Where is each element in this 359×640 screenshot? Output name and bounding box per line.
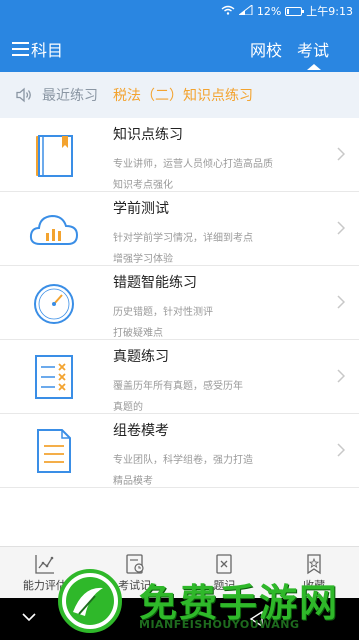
item-description: 覆盖历年所有真题，感受历年 [113,381,243,392]
wifi-icon [221,5,235,18]
item-title: 组卷模考 [113,423,169,439]
recent-label: 最近练习 [42,88,98,104]
list-item-pretest[interactable]: 学前测试 针对学前学习情况，详细到考点 增强学习体验 [0,192,359,266]
book-icon [36,135,73,177]
active-tab-indicator [307,64,321,70]
practice-list: 知识点练习 专业讲师，运营人员倾心打造高品质 知识考点强化 学前测试 针对学前学… [0,118,359,488]
list-item-wrong-questions[interactable]: 错题智能练习 历史错题，针对性测评 打破疑难点 [0,266,359,340]
item-description: 针对学前学习情况，详细到考点 [113,233,253,244]
line-chart-icon [35,555,54,574]
speaker-icon [16,87,31,103]
chevron-right-icon [337,147,345,161]
item-description-2: 增强学习体验 [113,254,173,265]
document-icon [37,429,71,473]
signal-icon [237,3,253,18]
item-description-2: 真题的 [113,402,143,413]
gauge-icon [34,284,74,324]
item-title: 真题练习 [113,349,169,365]
chevron-right-icon [337,443,345,457]
item-description-2: 知识考点强化 [113,180,173,191]
battery-icon [285,6,305,16]
cloud-chart-icon [29,214,79,245]
clock: 上午9:13 [306,5,353,18]
item-title: 错题智能练习 [113,275,197,291]
tab-exam[interactable]: 考试 [297,37,329,61]
watermark-logo [58,569,122,633]
list-item-knowledge-practice[interactable]: 知识点练习 专业讲师，运营人员倾心打造高品质 知识考点强化 [0,118,359,192]
item-description: 历史错题，针对性测评 [113,307,213,318]
watermark: 免费手游网 MIANFEISHOUYOUWANG [55,566,355,638]
battery-percent: 12% [256,4,282,18]
item-description: 专业团队，科学组卷，强力打造 [113,455,253,466]
app-bar: 科目 网校 考试 [0,22,359,72]
watermark-subtitle: MIANFEISHOUYOUWANG [139,618,300,631]
list-item-mock-exam[interactable]: 组卷模考 专业团队，科学组卷，强力打造 精品模考 [0,414,359,488]
chevron-right-icon [337,369,345,383]
subject-menu-button[interactable]: 科目 [12,37,63,61]
recent-practice-bar[interactable]: 最近练习 税法（二）知识点练习 [0,72,359,118]
item-title: 知识点练习 [113,127,183,143]
recent-topic-link[interactable]: 税法（二）知识点练习 [113,85,253,105]
chevron-right-icon [337,221,345,235]
tab-school[interactable]: 网校 [250,37,282,61]
chevron-right-icon [337,295,345,309]
menu-icon [12,42,29,56]
hide-keyboard-icon[interactable] [22,612,36,622]
status-bar: 12% 上午9:13 [0,0,359,22]
item-description-2: 打破疑难点 [113,328,163,339]
item-description-2: 精品模考 [113,476,153,487]
item-description: 专业讲师，运营人员倾心打造高品质 [113,159,273,170]
item-title: 学前测试 [113,201,169,217]
subject-label: 科目 [31,41,64,60]
checklist-icon [35,355,73,399]
list-item-past-exams[interactable]: 真题练习 覆盖历年所有真题，感受历年 真题的 [0,340,359,414]
